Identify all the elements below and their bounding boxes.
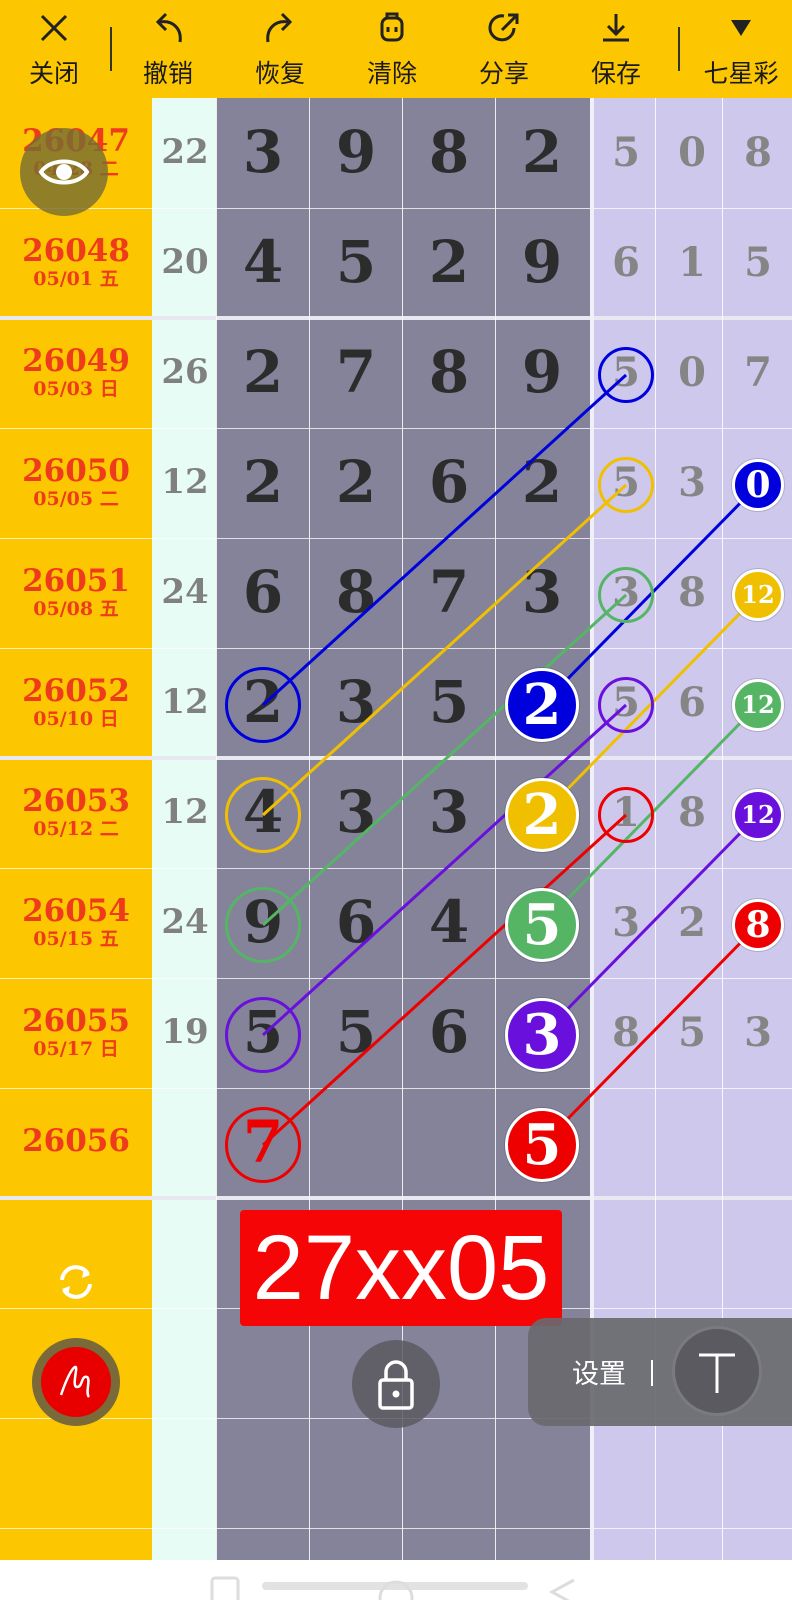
panel-separator	[651, 1360, 653, 1386]
trend-ring	[598, 677, 654, 733]
trend-ring	[225, 667, 301, 743]
toolbar-separator	[110, 27, 112, 71]
trend-line	[261, 703, 628, 1037]
brush-button[interactable]	[32, 1338, 120, 1426]
close-icon	[40, 14, 68, 42]
top-toolbar: 关闭 撤销 恢复 清除 分享 保存 七星彩	[0, 0, 792, 98]
share-icon	[488, 13, 519, 42]
redo-label: 恢复	[254, 59, 305, 88]
trend-disc: 12	[732, 679, 784, 731]
visibility-toggle-button[interactable]	[20, 128, 108, 216]
refresh-button[interactable]	[50, 1256, 102, 1308]
undo-icon	[155, 12, 182, 43]
brush-icon	[59, 1365, 91, 1398]
close-button[interactable]: 关闭	[14, 0, 94, 98]
save-button[interactable]: 保存	[576, 0, 656, 98]
trend-ring	[598, 457, 654, 513]
redo-button[interactable]: 恢复	[240, 0, 320, 98]
lottery-type-dropdown[interactable]: 七星彩	[696, 0, 786, 98]
trend-disc: 2	[505, 778, 579, 852]
prediction-result: 27xx05	[240, 1210, 562, 1326]
tool-panel: 设置	[528, 1318, 792, 1426]
nav-back-icon[interactable]	[548, 1578, 575, 1604]
eye-icon	[38, 159, 90, 185]
save-icon	[603, 14, 629, 42]
text-tool-icon	[699, 1353, 735, 1393]
lottery-type-label: 七星彩	[703, 59, 779, 88]
trend-disc: 3	[505, 998, 579, 1072]
trend-disc: 8	[732, 899, 784, 951]
trend-disc: 0	[732, 459, 784, 511]
trend-line	[261, 593, 628, 927]
trend-disc: 5	[505, 888, 579, 962]
redo-icon	[266, 12, 293, 43]
share-label: 分享	[478, 59, 529, 88]
trend-ring	[225, 997, 301, 1073]
clear-button[interactable]: 清除	[352, 0, 432, 98]
toolbar-separator	[678, 27, 680, 71]
trend-ring	[598, 347, 654, 403]
text-tool-button[interactable]	[672, 1326, 762, 1416]
undo-label: 撤销	[142, 59, 193, 88]
trend-ring	[225, 777, 301, 853]
trend-disc: 12	[732, 789, 784, 841]
trend-disc: 5	[505, 1108, 579, 1182]
settings-button[interactable]: 设置	[572, 1352, 626, 1391]
share-button[interactable]: 分享	[464, 0, 544, 98]
trend-ring	[598, 787, 654, 843]
refresh-icon	[60, 1265, 92, 1299]
undo-button[interactable]: 撤销	[128, 0, 208, 98]
trend-ring	[225, 1107, 301, 1183]
clear-label: 清除	[366, 59, 417, 88]
trend-ring	[598, 567, 654, 623]
close-label: 关闭	[28, 59, 79, 88]
trend-line	[261, 813, 628, 1147]
dropdown-triangle-icon	[731, 20, 751, 36]
lock-icon	[378, 1360, 414, 1410]
clear-icon	[380, 12, 404, 42]
trend-disc: 12	[732, 569, 784, 621]
trend-line	[261, 483, 628, 817]
system-navigation-bar	[0, 1560, 792, 1604]
nav-menu-icon[interactable]	[210, 1576, 240, 1604]
save-label: 保存	[590, 59, 641, 88]
lock-button[interactable]	[352, 1340, 440, 1428]
trend-line	[261, 373, 628, 707]
trend-disc: 2	[505, 668, 579, 742]
trend-ring	[225, 887, 301, 963]
